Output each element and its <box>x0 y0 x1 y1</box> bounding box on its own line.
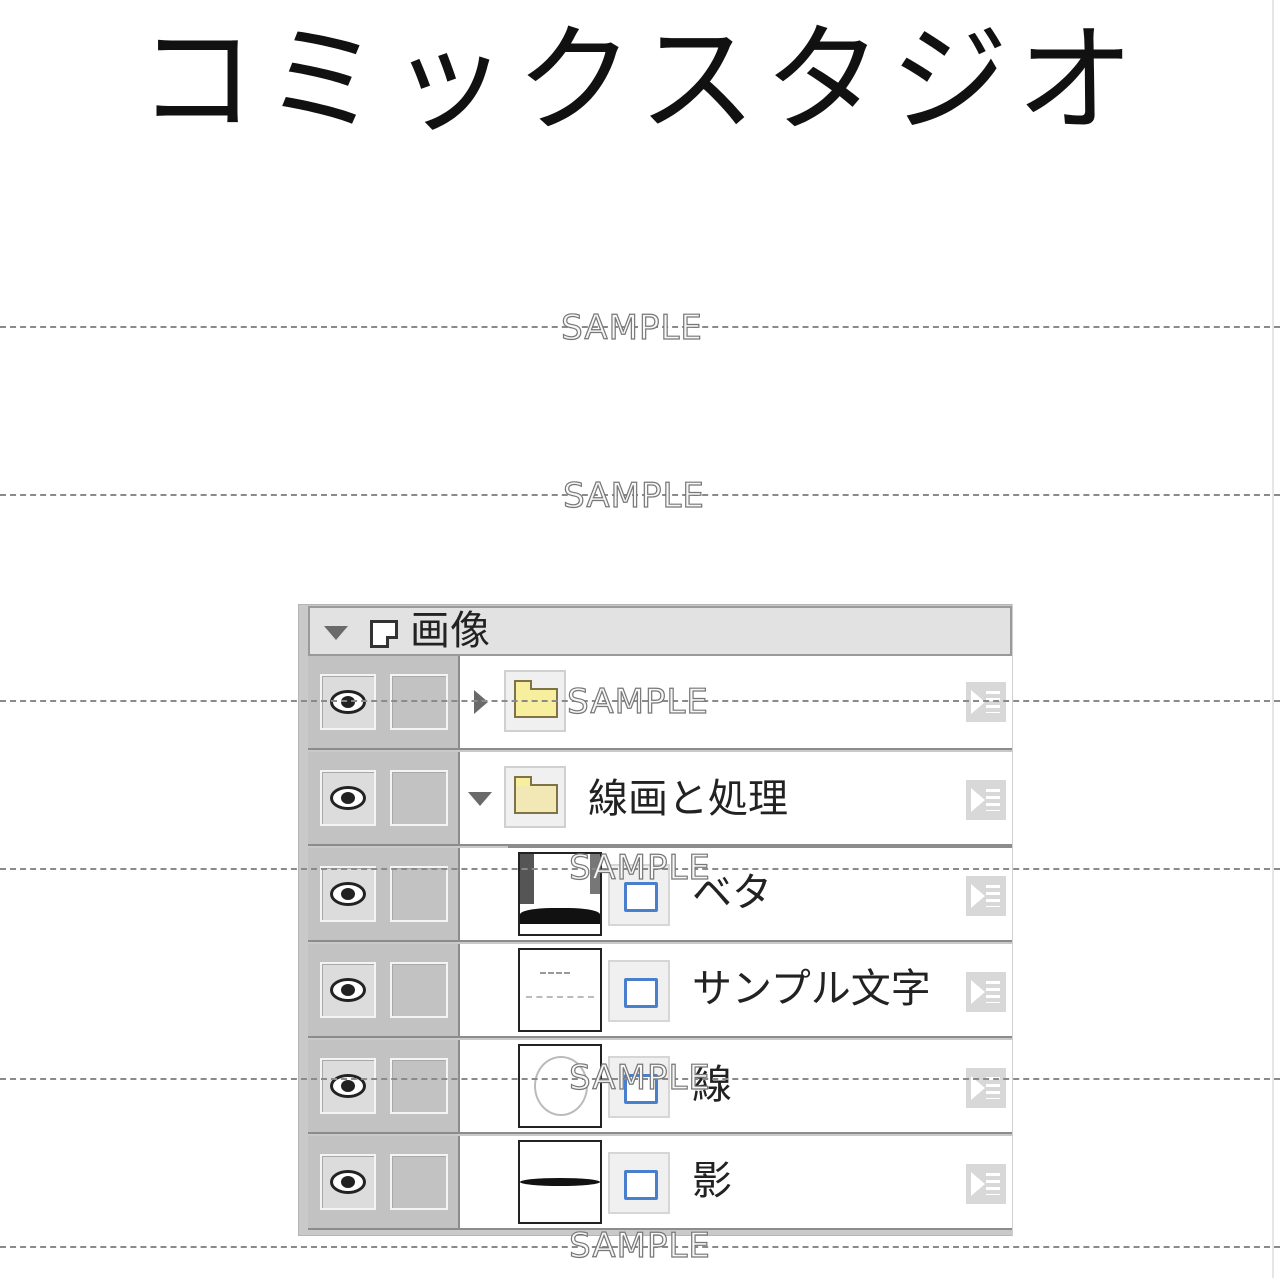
layer-row-controls <box>308 1040 458 1134</box>
panel-header-label: 画像 <box>410 608 490 654</box>
layer-name: ベタ <box>692 870 772 916</box>
indent-guide <box>508 846 1012 848</box>
layer-icon <box>624 882 658 912</box>
lock-toggle[interactable] <box>390 1154 448 1210</box>
layer-property-icon[interactable] <box>966 876 1006 916</box>
layer-property-icon[interactable] <box>966 1164 1006 1204</box>
eye-icon <box>330 1074 366 1098</box>
layer-row-body[interactable]: 線 <box>458 1040 1012 1134</box>
page-edge <box>1272 0 1274 1278</box>
expand-triangle-icon[interactable] <box>474 690 488 714</box>
watermark-line <box>0 326 1280 328</box>
layer-icon <box>624 1170 658 1200</box>
visibility-toggle[interactable] <box>320 1154 376 1210</box>
panel-scroll-strip[interactable] <box>1012 604 1035 1236</box>
layer-row-controls <box>308 656 458 750</box>
canvas-icon <box>370 620 398 648</box>
visibility-toggle[interactable] <box>320 770 376 826</box>
lock-toggle[interactable] <box>390 1058 448 1114</box>
layer-property-icon[interactable] <box>966 972 1006 1012</box>
layer-thumbnail <box>518 1044 602 1128</box>
eye-icon <box>330 1170 366 1194</box>
watermark-text: SAMPLE <box>561 307 703 348</box>
layer-row-body[interactable] <box>458 656 1012 750</box>
layer-icon <box>624 978 658 1008</box>
visibility-toggle[interactable] <box>320 866 376 922</box>
layer-thumbnail <box>518 1140 602 1224</box>
layer-row-controls <box>308 1136 458 1230</box>
layer-row-controls <box>308 848 458 942</box>
collapse-triangle-icon[interactable] <box>468 792 492 806</box>
lock-toggle[interactable] <box>390 770 448 826</box>
layer-row[interactable] <box>308 656 1012 750</box>
layer-row[interactable]: 線画と処理 <box>308 752 1012 846</box>
layer-row-controls <box>308 944 458 1038</box>
layer-name: 線画と処理 <box>588 776 788 822</box>
folder-icon <box>514 680 558 718</box>
layer-row[interactable]: ベタ <box>308 848 1012 942</box>
lock-toggle[interactable] <box>390 962 448 1018</box>
layer-property-icon[interactable] <box>966 682 1006 722</box>
eye-icon <box>330 690 366 714</box>
lock-toggle[interactable] <box>390 866 448 922</box>
layer-row-body[interactable]: サンプル文字 <box>458 944 1012 1038</box>
layer-name: サンプル文字 <box>692 966 931 1012</box>
layer-icon-box <box>608 960 670 1022</box>
layer-row[interactable]: 影 <box>308 1136 1012 1230</box>
layer-thumbnail <box>518 948 602 1032</box>
layer-name: 影 <box>692 1158 732 1204</box>
visibility-toggle[interactable] <box>320 962 376 1018</box>
layer-row[interactable]: 線 <box>308 1040 1012 1134</box>
visibility-toggle[interactable] <box>320 1058 376 1114</box>
layer-row-controls <box>308 752 458 846</box>
folder-open-icon <box>514 776 558 814</box>
layer-thumbnail <box>518 852 602 936</box>
eye-icon <box>330 978 366 1002</box>
layer-icon-box <box>608 1056 670 1118</box>
folder-icon-box <box>504 766 566 828</box>
watermark-text: SAMPLE <box>563 475 705 516</box>
layer-property-icon[interactable] <box>966 780 1006 820</box>
layer-icon-box <box>608 864 670 926</box>
layer-row-body[interactable]: 影 <box>458 1136 1012 1230</box>
layer-row-body[interactable]: ベタ <box>458 848 1012 942</box>
page-title: コミックスタジオ <box>137 11 1143 149</box>
layer-row[interactable]: サンプル文字 <box>308 944 1012 1038</box>
watermark-line <box>0 1246 1280 1248</box>
layer-name: 線 <box>692 1062 732 1108</box>
layer-icon-box <box>608 1152 670 1214</box>
layer-row-body[interactable]: 線画と処理 <box>458 752 1012 846</box>
layer-property-icon[interactable] <box>966 1068 1006 1108</box>
watermark-line <box>0 494 1280 496</box>
eye-icon <box>330 786 366 810</box>
lock-toggle[interactable] <box>390 674 448 730</box>
panel-header[interactable]: 画像 <box>308 606 1012 656</box>
layer-icon <box>624 1074 658 1104</box>
collapse-triangle-icon[interactable] <box>324 626 348 640</box>
folder-icon-box <box>504 670 566 732</box>
eye-icon <box>330 882 366 906</box>
visibility-toggle[interactable] <box>320 674 376 730</box>
